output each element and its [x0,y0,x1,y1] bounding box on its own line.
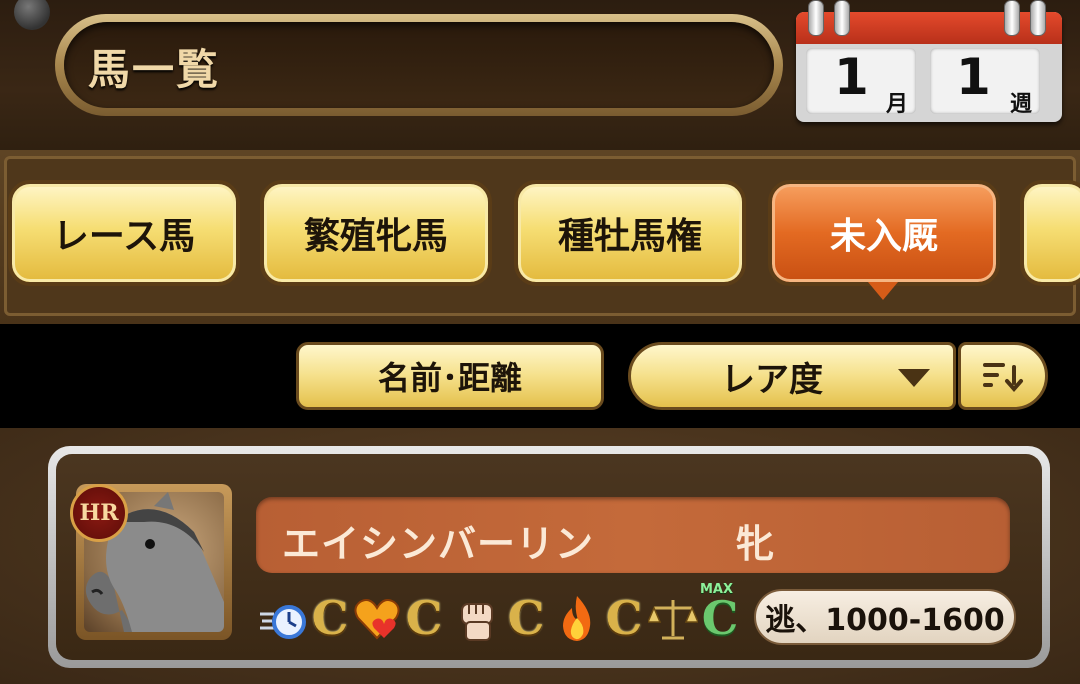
stat-grade-max: C [701,591,739,645]
tab-broodmare[interactable]: 繁殖牝馬 [260,180,492,286]
horse-sex: 牝 [736,522,775,566]
calendar-ring-icon [1030,0,1046,36]
heart-icon [352,594,402,644]
tab-race-horse[interactable]: レース馬 [8,180,240,286]
aptitude-badge: 逃、1000-1600 [754,589,1016,645]
stat-grade: C [311,591,349,645]
calendar-ring-icon [1004,0,1020,36]
fist-icon [452,594,502,644]
flame-icon [552,594,602,644]
tab-unstabled[interactable]: 未入厩 [768,180,1000,286]
max-label: MAX [700,582,734,597]
sort-key-button[interactable]: 名前･距離 [296,342,604,410]
rarity-badge: HR [70,484,128,542]
calendar-week: 1 [956,48,991,106]
horse-name: エイシンバーリン [282,522,595,566]
dropdown-arrow-icon[interactable] [898,369,930,387]
speed-stopwatch-icon [258,594,308,644]
sort-order-button[interactable] [958,342,1048,410]
calendar-week-unit: 週 [1010,92,1033,117]
scales-icon [648,594,698,644]
active-tab-pointer [868,282,898,300]
rarity-select-value: レア度 [721,359,823,400]
calendar-month: 1 [834,48,869,106]
stat-grade: C [605,591,643,645]
calendar-ring-icon [808,0,824,36]
page-title: 馬一覧 [88,45,221,94]
tab-stallion-rights[interactable]: 種牡馬権 [514,180,746,286]
stat-grade: C [507,591,545,645]
sort-descending-icon [983,363,1023,393]
stat-grade: C [405,591,443,645]
calendar-ring-icon [834,0,850,36]
calendar-month-unit: 月 [886,92,909,117]
tab-next-partial[interactable] [1020,180,1080,286]
